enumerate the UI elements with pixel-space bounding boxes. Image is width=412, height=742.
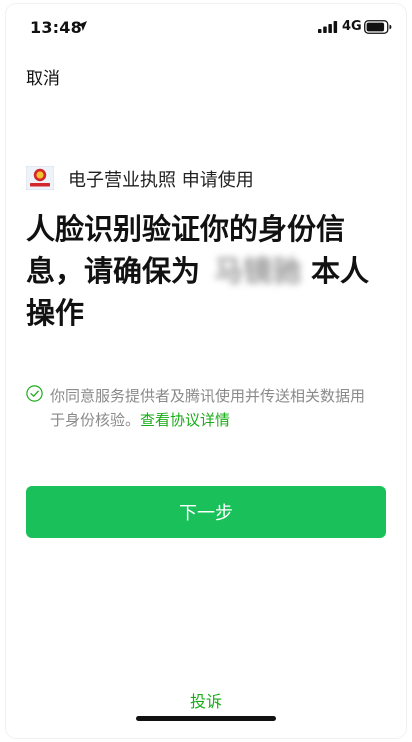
business-license-emblem-icon	[26, 166, 54, 190]
agreement-details-link[interactable]: 查看协议详情	[140, 411, 230, 429]
phone-screen: 13:48 4G 取消 电子营业执照 申请使用 人脸识别验证你的身份信息，请确保…	[0, 0, 412, 742]
location-arrow-icon	[77, 21, 87, 31]
page-title: 人脸识别验证你的身份信息，请确保为 马镜驰 本人操作	[26, 208, 378, 334]
status-time: 13:48	[30, 18, 82, 37]
status-bar: 13:48 4G	[0, 0, 412, 50]
check-circle-icon	[26, 385, 43, 402]
battery-icon	[364, 20, 392, 34]
consent-text-block: 你同意服务提供者及腾讯使用并传送相关数据用于身份核验。查看协议详情	[50, 384, 378, 432]
next-step-button[interactable]: 下一步	[26, 486, 386, 538]
consent-notice: 你同意服务提供者及腾讯使用并传送相关数据用于身份核验。查看协议详情	[26, 384, 378, 432]
signal-bars-icon	[318, 21, 338, 33]
network-type: 4G	[342, 19, 362, 34]
page-card	[6, 4, 406, 738]
app-title: 电子营业执照 申请使用	[68, 170, 254, 191]
home-indicator[interactable]	[136, 716, 276, 721]
masked-name: 马镜驰	[214, 254, 302, 288]
complain-link[interactable]: 投诉	[0, 688, 412, 712]
cancel-button[interactable]: 取消	[26, 64, 60, 89]
